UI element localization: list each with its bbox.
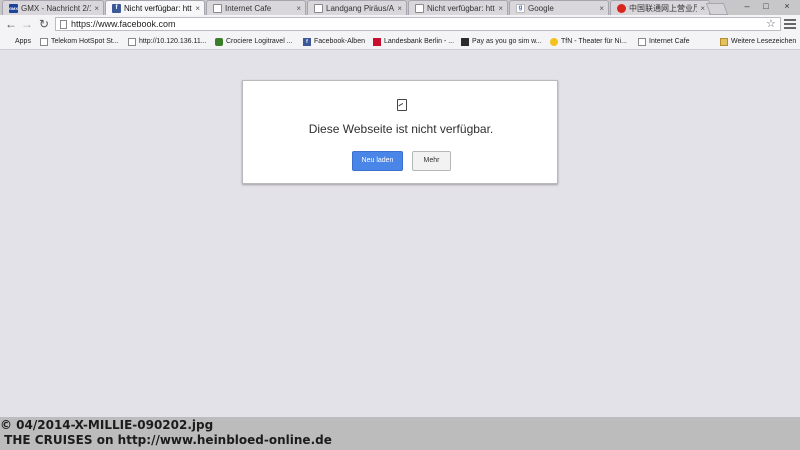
bookmark-label: Telekom HotSpot St...	[51, 38, 119, 45]
close-icon[interactable]: ×	[397, 4, 402, 13]
reload-icon: ↻	[38, 17, 50, 31]
more-button[interactable]: Mehr	[412, 151, 451, 171]
close-icon[interactable]: ×	[700, 4, 705, 13]
bookmark-label: Facebook-Alben	[314, 38, 365, 45]
logitravel-icon	[215, 37, 223, 46]
reload-button[interactable]: Neu laden	[352, 151, 403, 171]
page-icon	[60, 19, 67, 29]
url-text[interactable]: https://www.facebook.com	[71, 19, 176, 29]
minimize-button[interactable]: –	[738, 0, 756, 13]
tab-label: 中国联通网上营业厅-	[629, 3, 698, 13]
tab-landgang[interactable]: Landgang Piräus/Athe ×	[307, 0, 407, 15]
error-title: Diese Webseite ist nicht verfügbar.	[308, 122, 494, 136]
bookmark-telekom[interactable]: Telekom HotSpot St...	[40, 36, 119, 47]
bookmark-label: TfN - Theater für Ni...	[561, 38, 627, 45]
tab-unavailable-2[interactable]: Nicht verfügbar: https: ×	[408, 0, 508, 15]
bookmark-other-folder[interactable]: Weitere Lesezeichen	[720, 36, 796, 47]
address-bar[interactable]: https://www.facebook.com	[55, 17, 781, 31]
close-icon[interactable]: ×	[296, 4, 301, 13]
facebook-icon: f	[112, 3, 121, 13]
bookmarks-bar: Apps Telekom HotSpot St... http://10.120…	[0, 34, 800, 50]
facebook-icon: f	[303, 37, 311, 46]
tab-label: Landgang Piräus/Athe	[326, 3, 395, 13]
tab-label: Nicht verfügbar: https:	[427, 3, 495, 13]
close-icon[interactable]: ×	[599, 4, 604, 13]
tab-label: GMX - Nachricht 2/14	[21, 3, 92, 13]
bookmark-label: http://10.120.136.11...	[139, 38, 207, 45]
bookmark-label: Crociere Logitravel ...	[226, 38, 293, 45]
bookmark-ip-address[interactable]: http://10.120.136.11...	[128, 36, 207, 47]
broken-page-icon	[397, 99, 407, 111]
bookmark-tfn[interactable]: TfN - Theater für Ni...	[550, 36, 627, 47]
tab-label: Internet Cafe	[225, 3, 272, 13]
folder-icon	[720, 37, 728, 46]
menu-icon[interactable]	[784, 18, 796, 30]
bookmark-landesbank[interactable]: Landesbank Berlin - ...	[373, 36, 454, 47]
forward-button[interactable]: →	[20, 17, 34, 31]
error-card: Diese Webseite ist nicht verfügbar. Neu …	[242, 80, 558, 184]
bookmark-label: Weitere Lesezeichen	[731, 38, 797, 45]
apps-icon	[4, 38, 12, 46]
close-icon[interactable]: ×	[498, 4, 503, 13]
arrow-left-icon: ←	[5, 17, 17, 31]
bookmark-internet-cafe[interactable]: Internet Cafe	[638, 36, 689, 47]
new-tab-button[interactable]	[705, 3, 729, 15]
google-icon: g	[516, 3, 525, 13]
tab-gmx[interactable]: GMX GMX - Nachricht 2/14 ×	[2, 0, 104, 15]
tab-facebook-unavailable[interactable]: f Nicht verfügbar: https ×	[105, 0, 205, 15]
bookmark-pay-as-you-go[interactable]: Pay as you go sim w...	[461, 36, 542, 47]
page-icon	[213, 3, 222, 13]
toolbar: ← → ↻ https://www.facebook.com ☆	[0, 15, 800, 35]
landesbank-icon	[373, 37, 381, 46]
tab-label: Google	[528, 3, 554, 13]
bookmark-logitravel[interactable]: Crociere Logitravel ...	[215, 36, 293, 47]
page-icon	[415, 3, 424, 13]
back-button[interactable]: ←	[4, 17, 18, 31]
reload-nav-button[interactable]: ↻	[37, 17, 51, 31]
bookmark-star-icon[interactable]: ☆	[766, 17, 776, 31]
page-icon	[638, 37, 646, 46]
close-icon[interactable]: ×	[94, 4, 99, 13]
tab-google[interactable]: g Google ×	[509, 0, 609, 15]
bookmark-apps[interactable]: Apps	[4, 36, 31, 47]
bookmark-facebook-alben[interactable]: f Facebook-Alben	[303, 36, 365, 47]
bookmark-label: Pay as you go sim w...	[472, 38, 542, 45]
page-icon	[40, 37, 48, 46]
caption-band: © 04/2014-X-MILLIE-090202.jpg THE CRUISE…	[0, 417, 800, 450]
page-icon	[314, 3, 323, 13]
caption-site: THE CRUISES on http://www.heinbloed-onli…	[0, 433, 332, 447]
page-icon	[128, 37, 136, 46]
bookmark-label: Landesbank Berlin - ...	[384, 38, 455, 45]
close-icon[interactable]: ×	[195, 4, 200, 13]
maximize-button[interactable]: □	[757, 0, 775, 13]
tab-label: Nicht verfügbar: https	[124, 3, 192, 13]
arrow-right-icon: →	[21, 17, 33, 31]
china-unicom-icon	[617, 3, 626, 13]
tab-internet-cafe[interactable]: Internet Cafe ×	[206, 0, 306, 15]
caption-copyright: © 04/2014-X-MILLIE-090202.jpg	[0, 418, 214, 432]
close-window-button[interactable]: ×	[776, 0, 798, 13]
pay-as-you-go-icon	[461, 37, 469, 46]
sun-icon	[550, 37, 558, 46]
gmx-icon: GMX	[8, 3, 19, 13]
tab-strip: GMX GMX - Nachricht 2/14 × f Nicht verfü…	[0, 0, 800, 15]
bookmark-label: Internet Cafe	[649, 38, 690, 45]
tab-china-unicom[interactable]: 中国联通网上营业厅- ×	[610, 0, 710, 15]
bookmark-label: Apps	[15, 38, 31, 45]
